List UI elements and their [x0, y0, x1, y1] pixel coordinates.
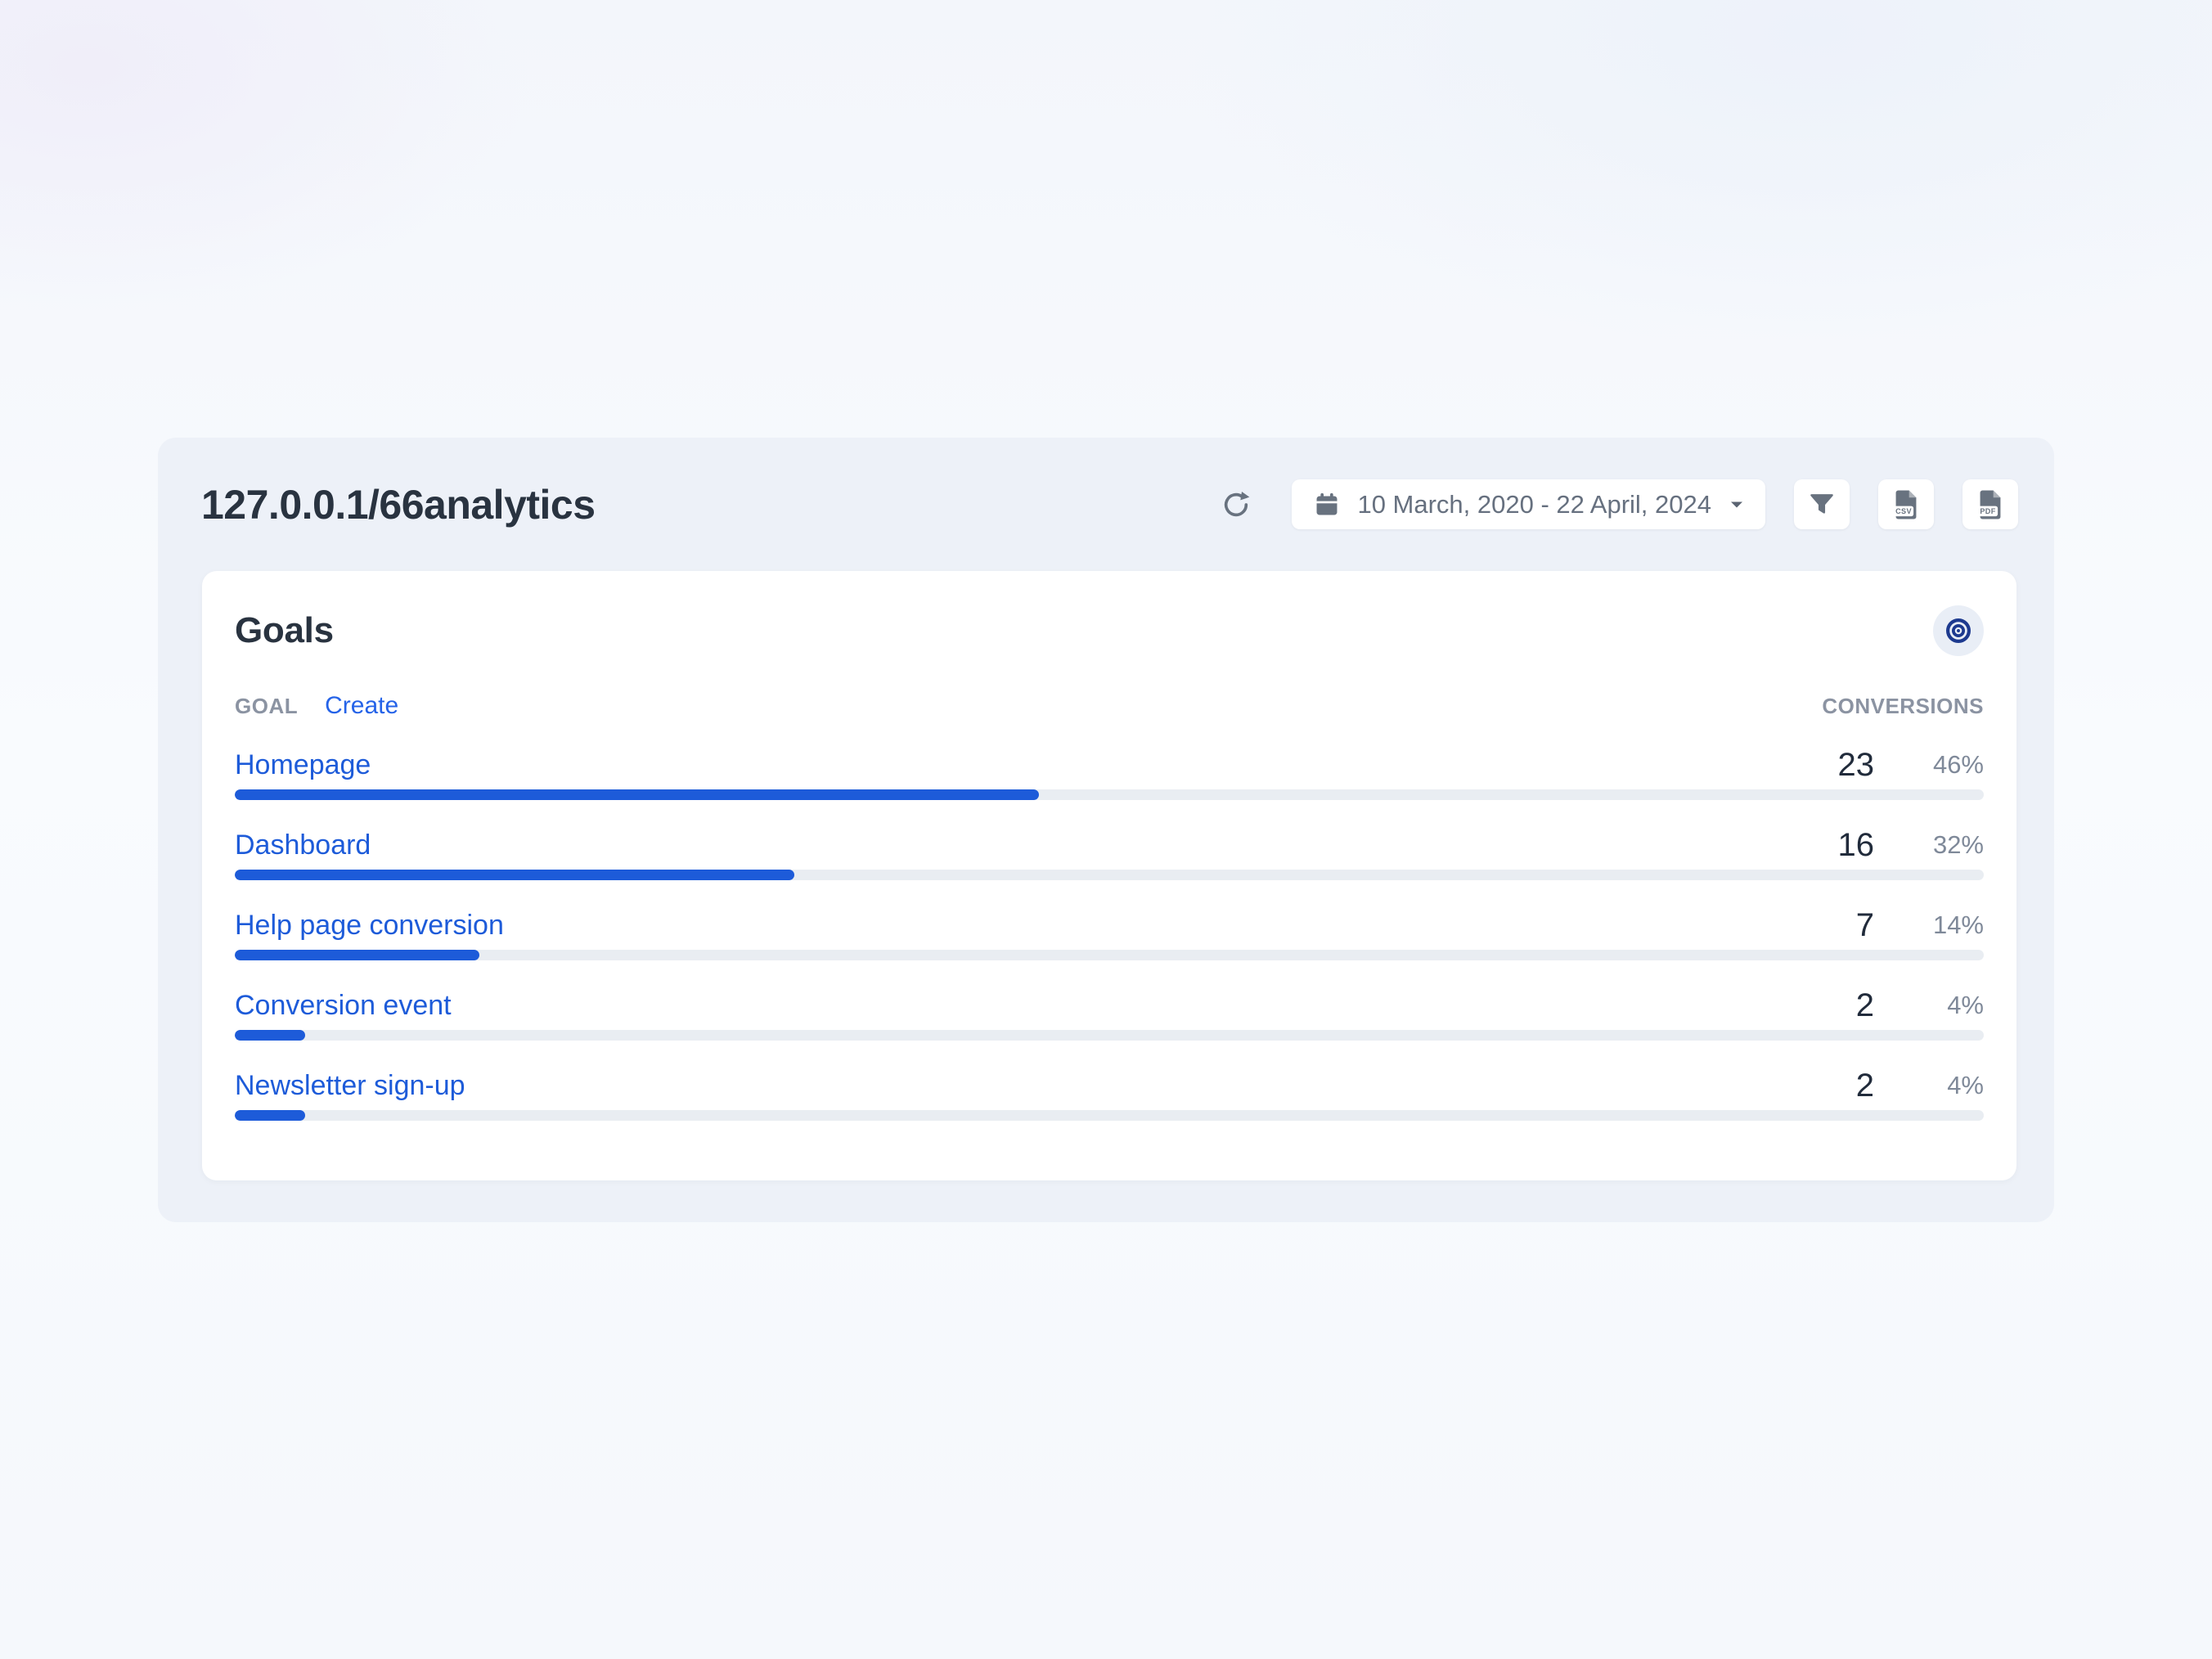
conversions-value: 2: [1784, 1068, 1874, 1104]
conversions-value: 2: [1784, 987, 1874, 1024]
file-csv-icon: CSV: [1889, 488, 1923, 522]
goal-link[interactable]: Dashboard: [235, 830, 371, 861]
analytics-panel: 127.0.0.1/66analytics: [158, 438, 2054, 1222]
date-range-picker[interactable]: 10 March, 2020 - 22 April, 2024: [1292, 479, 1765, 529]
goal-link[interactable]: Homepage: [235, 749, 371, 781]
goal-row: Homepage 23 46%: [235, 747, 1984, 800]
progress-fill: [235, 870, 794, 880]
conversions-percent: 32%: [1874, 830, 1984, 860]
card-title: Goals: [235, 610, 334, 651]
goals-card-header: Goals: [235, 605, 1984, 656]
date-range-label: 10 March, 2020 - 22 April, 2024: [1357, 490, 1711, 519]
conversions-value: 23: [1784, 747, 1874, 784]
goal-column-header: GOAL: [235, 694, 298, 719]
goal-column-header-group: GOAL Create: [235, 692, 398, 720]
conversions-percent: 4%: [1874, 1071, 1984, 1100]
progress-fill: [235, 1030, 305, 1041]
file-pdf-icon: PDF: [1973, 488, 2007, 522]
csv-label: CSV: [1895, 507, 1912, 515]
panel-header: 127.0.0.1/66analytics: [158, 438, 2054, 571]
goal-row: Conversion event 2 4%: [235, 987, 1984, 1041]
goal-link[interactable]: Newsletter sign-up: [235, 1070, 465, 1102]
filter-icon: [1807, 490, 1837, 519]
bullseye-icon: [1944, 616, 1973, 645]
refresh-icon: [1220, 488, 1252, 521]
goals-card: Goals GOAL Create CONVERSIONS Home: [202, 571, 2016, 1180]
refresh-button[interactable]: [1216, 485, 1256, 524]
goal-row: Newsletter sign-up 2 4%: [235, 1068, 1984, 1121]
conversions-column-header: CONVERSIONS: [1822, 694, 1984, 719]
goal-link[interactable]: Help page conversion: [235, 910, 504, 942]
toolbar: 10 March, 2020 - 22 April, 2024: [1216, 479, 2018, 529]
goal-link[interactable]: Conversion event: [235, 990, 452, 1022]
goal-row: Dashboard 16 32%: [235, 827, 1984, 880]
chevron-down-icon: [1729, 500, 1744, 510]
progress-track: [235, 789, 1984, 800]
goals-table-header: GOAL Create CONVERSIONS: [235, 692, 1984, 720]
export-pdf-button[interactable]: PDF: [1962, 479, 2018, 529]
goals-target-button[interactable]: [1933, 605, 1984, 656]
goal-row: Help page conversion 7 14%: [235, 907, 1984, 960]
conversions-value: 16: [1784, 827, 1874, 864]
conversions-percent: 4%: [1874, 991, 1984, 1020]
pdf-label: PDF: [1980, 507, 1995, 515]
progress-track: [235, 1030, 1984, 1041]
progress-track: [235, 1110, 1984, 1121]
progress-fill: [235, 789, 1039, 800]
progress-track: [235, 950, 1984, 960]
progress-track: [235, 870, 1984, 880]
create-goal-link[interactable]: Create: [325, 692, 398, 720]
calendar-icon: [1313, 491, 1341, 519]
page-title: 127.0.0.1/66analytics: [201, 481, 596, 528]
export-csv-button[interactable]: CSV: [1878, 479, 1934, 529]
progress-fill: [235, 950, 479, 960]
conversions-value: 7: [1784, 907, 1874, 944]
conversions-percent: 46%: [1874, 750, 1984, 780]
filter-button[interactable]: [1794, 479, 1850, 529]
conversions-percent: 14%: [1874, 910, 1984, 940]
progress-fill: [235, 1110, 305, 1121]
